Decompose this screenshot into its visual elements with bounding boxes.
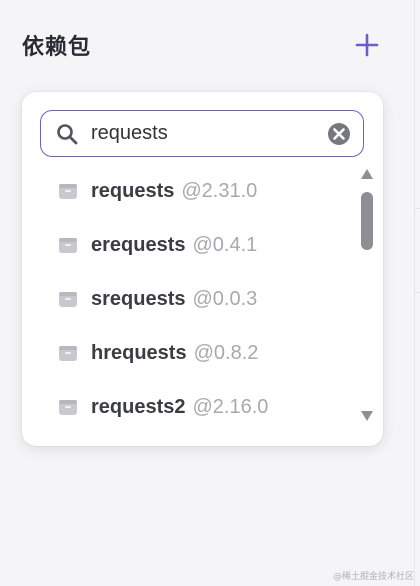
watermark: @稀土掘金技术社区 bbox=[332, 572, 414, 582]
triangle-down-icon[interactable] bbox=[360, 410, 374, 422]
search-box bbox=[40, 110, 364, 157]
search-input[interactable] bbox=[91, 122, 321, 145]
add-package-button[interactable] bbox=[352, 30, 382, 60]
package-item[interactable]: requests2 @2.16.0 bbox=[58, 380, 348, 434]
panel-title: 依赖包 bbox=[22, 34, 92, 59]
package-item[interactable]: hrequests @0.8.2 bbox=[58, 326, 348, 380]
divider-tick bbox=[414, 208, 420, 209]
package-name: requests2 bbox=[91, 395, 186, 418]
package-name: hrequests bbox=[91, 341, 187, 364]
package-icon bbox=[59, 292, 77, 307]
panel-header: 依赖包 bbox=[22, 28, 382, 62]
package-icon bbox=[59, 238, 77, 253]
package-item[interactable]: srequests @0.0.3 bbox=[58, 272, 348, 326]
scrollbar-thumb[interactable] bbox=[361, 192, 373, 250]
package-icon bbox=[59, 400, 77, 415]
plus-icon bbox=[355, 33, 379, 57]
package-version: @0.4.1 bbox=[192, 233, 258, 256]
package-item[interactable]: erequests @0.4.1 bbox=[58, 218, 348, 272]
triangle-up-icon[interactable] bbox=[360, 168, 374, 180]
package-name: requests bbox=[91, 179, 175, 202]
divider-tick bbox=[414, 292, 420, 293]
package-search-dropdown: requests @2.31.0 erequests @0.4.1 sreque… bbox=[22, 92, 383, 446]
package-version: @0.0.3 bbox=[192, 287, 258, 310]
package-version: @0.8.2 bbox=[193, 341, 259, 364]
package-item[interactable]: requests @2.31.0 bbox=[58, 164, 348, 218]
search-icon bbox=[57, 123, 78, 144]
clear-circle-icon[interactable] bbox=[327, 122, 351, 146]
panel-divider bbox=[414, 0, 415, 586]
scrollbar[interactable] bbox=[358, 168, 376, 432]
package-name: erequests bbox=[91, 233, 186, 256]
package-icon bbox=[59, 184, 77, 199]
package-version: @2.16.0 bbox=[192, 395, 269, 418]
package-icon bbox=[59, 346, 77, 361]
package-name: srequests bbox=[91, 287, 186, 310]
package-version: @2.31.0 bbox=[181, 179, 258, 202]
package-list: requests @2.31.0 erequests @0.4.1 sreque… bbox=[22, 164, 357, 434]
